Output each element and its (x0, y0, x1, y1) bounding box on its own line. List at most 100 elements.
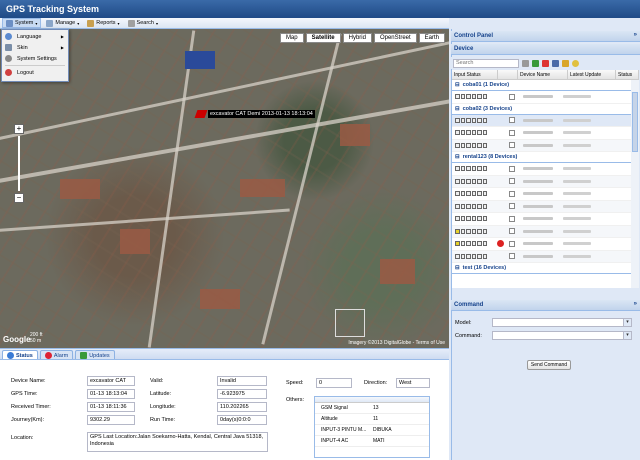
map-type-hybrid[interactable]: Hybrid (342, 33, 372, 43)
device-checkbox[interactable] (509, 142, 515, 149)
others-row: INPUT-4 AC MATI (315, 436, 429, 447)
device-grid-scrollbar[interactable] (631, 80, 639, 288)
collapse-group-icon[interactable]: ⊟ (455, 154, 460, 160)
menu-item-skin[interactable]: Skin ▶ (2, 42, 68, 53)
device-checkbox[interactable] (509, 165, 515, 172)
device-name-field[interactable]: excavator CAT (87, 376, 135, 386)
device-row[interactable] (452, 213, 639, 226)
latest-update-cell (563, 131, 591, 135)
folder-icon[interactable] (562, 59, 569, 67)
send-command-button[interactable]: Send Command (527, 360, 571, 370)
remove-icon[interactable] (542, 59, 549, 67)
received-time-label: Received Timer: (11, 404, 51, 410)
device-checkbox[interactable] (509, 203, 515, 210)
device-row[interactable] (452, 139, 639, 152)
device-checkbox[interactable] (509, 215, 515, 222)
device-row[interactable] (452, 127, 639, 140)
command-select[interactable]: ▾ (492, 331, 632, 340)
gps-time-field[interactable]: 01-13 18:13:04 (87, 389, 135, 399)
zoom-out-button[interactable]: − (14, 193, 24, 203)
direction-field[interactable]: West (396, 378, 430, 388)
search-icon[interactable] (522, 59, 529, 67)
collapse-icon[interactable]: » (634, 301, 637, 307)
received-time-field[interactable]: 01-13 18:11:36 (87, 402, 135, 412)
device-row[interactable] (452, 188, 639, 201)
collapse-group-icon[interactable]: ⊟ (455, 265, 460, 271)
input-status-icons (455, 241, 495, 247)
save-icon[interactable] (552, 59, 559, 67)
device-group-header[interactable]: ⊟ test (16 Devices) (452, 263, 639, 274)
map-copyright[interactable]: Imagery ©2013 DigitalGlobe - Terms of Us… (348, 340, 445, 346)
device-row[interactable] (452, 238, 639, 251)
device-grid-header: Input Status Device Name Latest Update S… (452, 70, 639, 80)
map-type-satellite[interactable]: Satellite (305, 33, 341, 43)
device-row[interactable] (452, 91, 639, 104)
col-input-status[interactable]: Input Status (452, 70, 498, 79)
location-field[interactable]: GPS Last Location:Jalan Soekarno-Hatta, … (87, 432, 268, 452)
collapse-icon[interactable]: » (634, 32, 637, 38)
device-checkbox[interactable] (509, 178, 515, 185)
zoom-slider[interactable] (18, 136, 20, 191)
device-checkbox[interactable] (509, 190, 515, 197)
zoom-in-button[interactable]: + (14, 124, 24, 134)
vehicle-marker[interactable]: excavator CAT Demi 2013-01-13 18:13:04 (194, 110, 315, 118)
device-group-header[interactable]: ⊟ rental123 (8 Devices) (452, 152, 639, 163)
latest-update-cell (563, 192, 591, 196)
map-type-earth[interactable]: Earth (418, 33, 445, 43)
menu-item-logout-label: Logout (17, 69, 34, 76)
device-checkbox[interactable] (509, 253, 515, 260)
device-grid-body: ⊟ coba01 (1 Device) ⊟ coba02 (3 Devices) ⊟ re… (452, 80, 639, 274)
device-checkbox[interactable] (509, 129, 515, 136)
map-type-map[interactable]: Map (279, 33, 304, 43)
logout-icon (5, 69, 12, 76)
col-device-name[interactable]: Device Name (518, 70, 568, 79)
device-name-cell (523, 143, 553, 147)
latest-update-cell (563, 242, 591, 246)
device-checkbox[interactable] (509, 117, 515, 124)
device-row[interactable] (452, 163, 639, 176)
speed-label: Speed: (286, 380, 304, 386)
chevron-down-icon: ▾ (35, 20, 38, 26)
device-group-header[interactable]: ⊟ coba01 (1 Device) (452, 80, 639, 91)
longitude-field[interactable]: 110.202265 (217, 402, 267, 412)
device-row[interactable] (452, 225, 639, 238)
run-time-field[interactable]: 0day(s)0:0:0 (217, 415, 267, 425)
col-latest-update[interactable]: Latest Update (568, 70, 616, 79)
menu-reports[interactable]: Reports ▾ (84, 18, 122, 28)
menu-system[interactable]: System ▾ (2, 18, 42, 28)
model-select[interactable]: ▾ (492, 318, 632, 327)
journey-label: Journey(Km): (11, 417, 45, 423)
device-row[interactable] (452, 250, 639, 263)
direction-label: Direction: (364, 380, 388, 386)
device-grid: Input Status Device Name Latest Update S… (452, 70, 639, 288)
menu-item-system-settings[interactable]: System Settings (2, 53, 68, 64)
check-icon[interactable] (532, 59, 539, 67)
help-icon[interactable] (572, 59, 579, 67)
scale-bottom: 50 m (30, 338, 42, 344)
latest-update-cell (563, 118, 591, 122)
device-row[interactable] (452, 114, 639, 127)
valid-field[interactable]: Invalid (217, 376, 267, 386)
map-scale: 200 ft 50 m (30, 332, 43, 344)
longitude-label: Longitude: (150, 404, 176, 410)
device-group-header[interactable]: ⊟ coba02 (3 Devices) (452, 104, 639, 115)
col-status[interactable]: Status (616, 70, 639, 79)
device-row[interactable] (452, 175, 639, 188)
collapse-group-icon[interactable]: ⊟ (455, 106, 460, 112)
tab-status-label: Status (16, 352, 33, 359)
menu-item-logout[interactable]: Logout (2, 67, 68, 78)
device-checkbox[interactable] (509, 240, 515, 247)
device-checkbox[interactable] (509, 228, 515, 235)
journey-field[interactable]: 9302.29 (87, 415, 135, 425)
collapse-group-icon[interactable]: ⊟ (455, 82, 460, 88)
latitude-field[interactable]: -6.923975 (217, 389, 267, 399)
menu-manage[interactable]: Manage ▾ (43, 18, 82, 28)
map-type-openstreet[interactable]: OpenStreet (373, 33, 417, 43)
menu-item-language[interactable]: Language ▶ (2, 31, 68, 42)
device-checkbox[interactable] (509, 93, 515, 100)
device-row[interactable] (452, 200, 639, 213)
menu-search[interactable]: Search ▾ (125, 18, 161, 28)
device-search-input[interactable] (453, 58, 519, 68)
others-grid[interactable]: GSM Signal 13 Altitude 11 INPUT-3 PINTU M.… (314, 396, 430, 458)
speed-field[interactable]: 0 (316, 378, 352, 388)
